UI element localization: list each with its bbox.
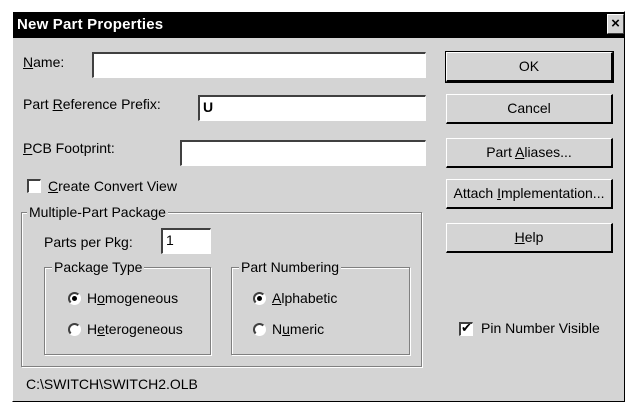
- part-numbering-group: Part Numbering: [231, 259, 410, 355]
- multiple-part-package-legend: Multiple-Part Package: [27, 204, 168, 220]
- parts-per-pkg-label: Parts per Pkg:: [44, 234, 133, 250]
- close-icon: ×: [611, 15, 620, 32]
- name-label: Name:: [23, 54, 65, 70]
- create-convert-view-checkbox[interactable]: [27, 179, 41, 193]
- heterogeneous-label[interactable]: Heterogeneous: [87, 321, 183, 337]
- create-convert-view-label[interactable]: Create Convert View: [48, 178, 177, 194]
- part-numbering-legend: Part Numbering: [239, 259, 342, 275]
- pin-number-visible-checkbox[interactable]: ✔: [459, 320, 473, 336]
- homogeneous-label[interactable]: Homogeneous: [87, 290, 178, 306]
- checkmark-icon: ✔: [461, 320, 472, 335]
- homogeneous-radio[interactable]: [68, 292, 81, 305]
- alphabetic-label[interactable]: Alphabetic: [272, 290, 337, 306]
- pcb-footprint-input[interactable]: [180, 140, 426, 166]
- numeric-label[interactable]: Numeric: [272, 321, 324, 337]
- attach-implementation-button[interactable]: Attach Implementation...: [446, 179, 613, 209]
- dialog-title: New Part Properties: [17, 16, 164, 33]
- close-button[interactable]: ×: [607, 14, 624, 34]
- help-button[interactable]: Help: [446, 223, 613, 253]
- part-reference-prefix-label: Part Reference Prefix:: [23, 96, 161, 112]
- pin-number-visible-label[interactable]: Pin Number Visible: [481, 320, 600, 336]
- name-input[interactable]: [92, 52, 426, 78]
- title-bar[interactable]: New Part Properties ×: [13, 12, 624, 38]
- heterogeneous-radio[interactable]: [68, 323, 81, 336]
- pcb-footprint-label: PCB Footprint:: [23, 140, 115, 156]
- radio-selected-dot: [257, 296, 262, 301]
- library-path-status: C:\SWITCH\SWITCH2.OLB: [26, 376, 198, 392]
- alphabetic-radio[interactable]: [253, 292, 266, 305]
- parts-per-pkg-input[interactable]: 1: [161, 228, 211, 254]
- part-aliases-button[interactable]: Part Aliases...: [446, 138, 613, 168]
- cancel-button[interactable]: Cancel: [446, 94, 613, 124]
- ok-button[interactable]: OK: [445, 51, 614, 83]
- part-reference-prefix-input[interactable]: U: [198, 95, 426, 121]
- numeric-radio[interactable]: [253, 323, 266, 336]
- package-type-group: Package Type: [44, 259, 211, 355]
- package-type-legend: Package Type: [52, 259, 145, 275]
- radio-selected-dot: [72, 296, 77, 301]
- new-part-properties-dialog: New Part Properties × Name: Part Referen…: [12, 11, 625, 402]
